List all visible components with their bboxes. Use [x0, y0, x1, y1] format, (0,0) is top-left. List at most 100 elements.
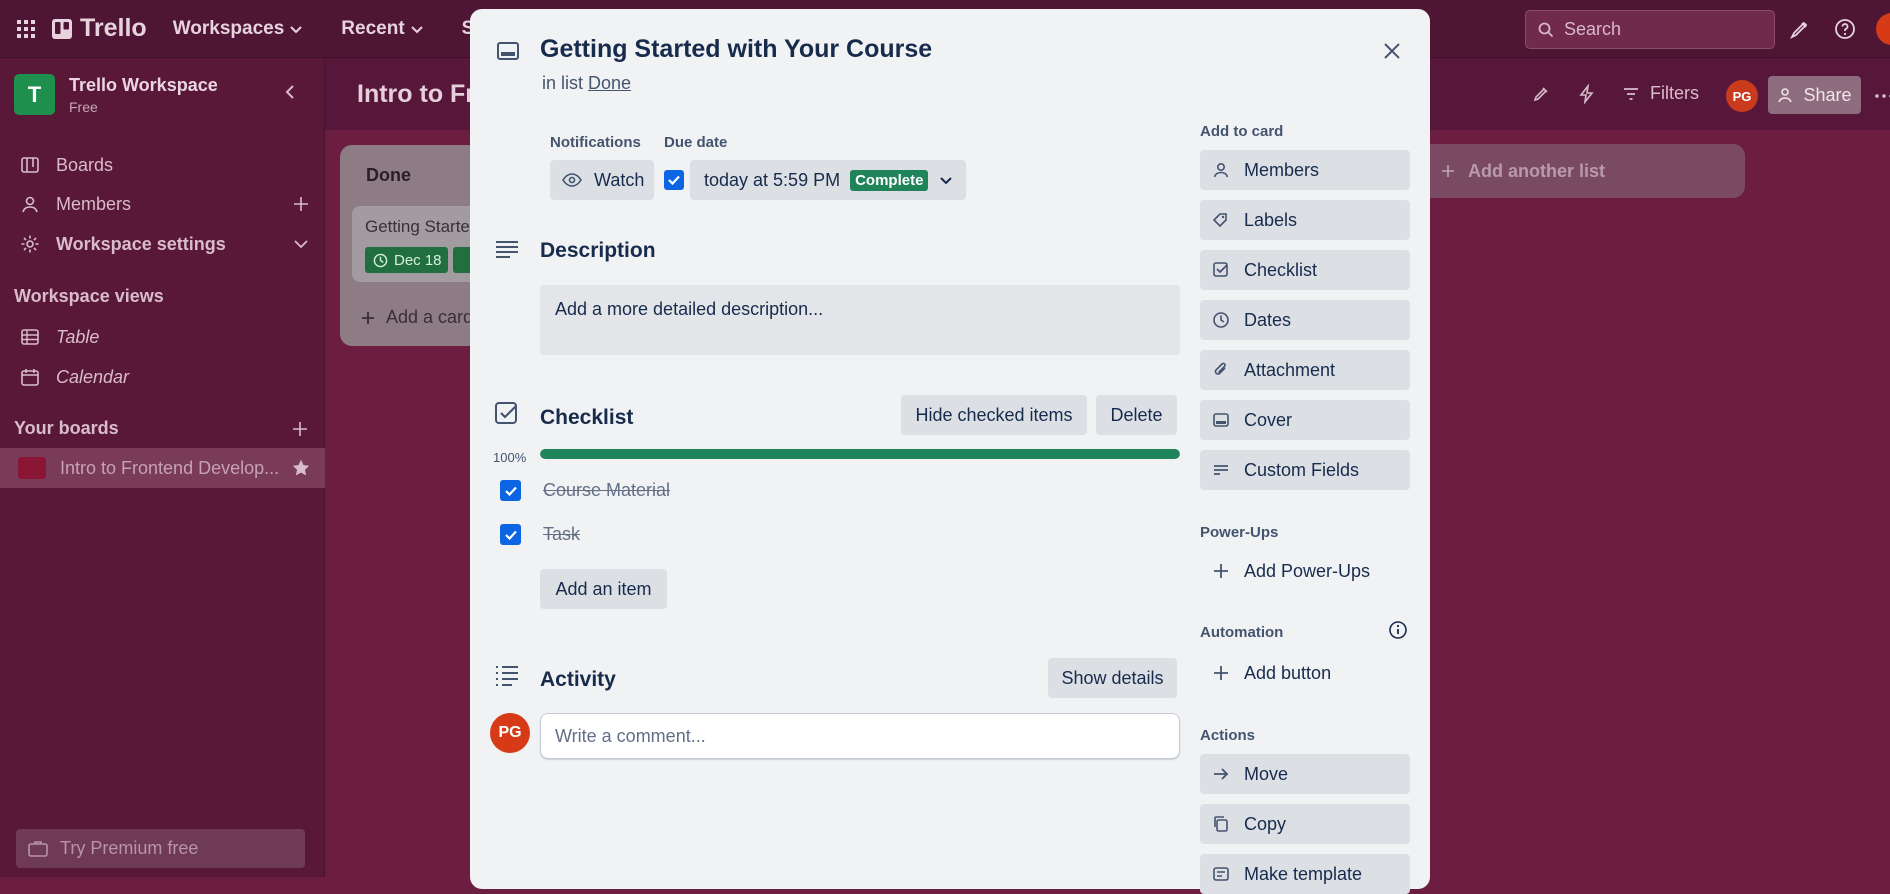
add-to-card-title: Add to card	[1200, 123, 1284, 140]
add-button-label: Add button	[1244, 662, 1332, 683]
checklist-item-checkbox[interactable]	[500, 480, 521, 501]
add-powerups-button[interactable]: Add Power-Ups	[1200, 551, 1410, 591]
board-thumbnail	[18, 457, 46, 479]
filters-label: Filters	[1650, 83, 1699, 103]
more-icon[interactable]	[1874, 86, 1890, 106]
workspace-header[interactable]: T Trello Workspace Free	[14, 74, 218, 115]
make-template-button[interactable]: Make template	[1200, 854, 1410, 894]
checklist-item[interactable]: Course Material	[500, 480, 670, 501]
sidebar-item-members[interactable]: Members	[0, 185, 325, 223]
search-input[interactable]: Search	[1525, 10, 1775, 49]
member-avatar[interactable]: PG	[1726, 80, 1758, 112]
card-title[interactable]: Getting Started with Your Course	[540, 35, 932, 64]
copy-button[interactable]: Copy	[1200, 804, 1410, 844]
automation-icon[interactable]	[1577, 84, 1597, 104]
checklist-icon	[495, 402, 517, 424]
move-label: Move	[1244, 763, 1289, 784]
check-icon	[668, 175, 680, 186]
notifications-label: Notifications	[550, 134, 641, 151]
sidebar-item-boards[interactable]: Boards	[0, 146, 325, 184]
sidebar-item-workspace-settings[interactable]: Workspace settings	[0, 225, 325, 263]
sidebar-item-table[interactable]: Table	[0, 318, 325, 356]
checklist-title[interactable]: Checklist	[540, 406, 633, 430]
check-icon	[504, 486, 517, 496]
premium-icon	[28, 840, 48, 857]
description-title: Description	[540, 239, 656, 262]
description-editor[interactable]: Add a more detailed description...	[540, 285, 1180, 355]
description-icon	[496, 241, 518, 258]
sidebar-item-label: Members	[56, 193, 132, 214]
workspace-views-title: Workspace views	[14, 286, 164, 306]
checklist-progress-bar	[540, 449, 1180, 459]
help-icon[interactable]	[1833, 17, 1857, 41]
share-label: Share	[1803, 84, 1852, 105]
add-list-button[interactable]: Add another list	[1418, 144, 1745, 198]
share-button[interactable]: Share	[1768, 76, 1861, 114]
checklist-button[interactable]: Checklist	[1200, 250, 1410, 290]
sidebar-item-label: Boards	[56, 154, 114, 175]
app-switcher-icon[interactable]	[16, 19, 52, 39]
rocket-icon[interactable]	[1531, 84, 1551, 104]
trello-logo[interactable]: Trello	[52, 14, 147, 43]
custom-fields-button[interactable]: Custom Fields	[1200, 450, 1410, 490]
labels-button[interactable]: Labels	[1200, 200, 1410, 240]
chevron-down-icon[interactable]	[291, 234, 311, 254]
attachment-button[interactable]: Attachment	[1200, 350, 1410, 390]
delete-checklist-button[interactable]: Delete	[1096, 395, 1177, 435]
try-premium-button[interactable]: Try Premium free	[16, 829, 305, 868]
hide-checked-button[interactable]: Hide checked items	[901, 395, 1087, 435]
comment-input[interactable]: Write a comment...	[540, 713, 1180, 759]
plus-icon	[1214, 564, 1228, 578]
info-icon[interactable]	[1388, 620, 1408, 640]
move-button[interactable]: Move	[1200, 754, 1410, 794]
workspace-logo: T	[14, 74, 55, 115]
card-due-date: Dec 18	[394, 251, 442, 269]
add-automation-button[interactable]: Add button	[1200, 653, 1410, 693]
due-complete-checkbox[interactable]	[664, 170, 684, 190]
clock-icon	[1213, 312, 1229, 328]
dates-button[interactable]: Dates	[1200, 300, 1410, 340]
avatar[interactable]: PG	[490, 713, 530, 753]
notifications-icon[interactable]	[1788, 17, 1812, 41]
members-button[interactable]: Members	[1200, 150, 1410, 190]
add-list-label: Add another list	[1468, 160, 1606, 181]
sidebar: T Trello Workspace Free Boards Members W…	[0, 58, 325, 877]
filters-button[interactable]: Filters	[1622, 83, 1699, 104]
checklist-item[interactable]: Task	[500, 524, 580, 545]
checklist-progress-label: 100%	[493, 450, 527, 465]
list-title[interactable]: Done	[366, 165, 411, 186]
add-board-icon[interactable]	[290, 419, 310, 439]
paperclip-icon	[1214, 362, 1226, 375]
template-icon	[1213, 867, 1229, 881]
board-name: Intro to Frontend Develop...	[60, 457, 280, 478]
sidebar-item-label: Calendar	[56, 366, 130, 387]
show-details-button[interactable]: Show details	[1048, 658, 1177, 698]
plus-icon	[1214, 666, 1228, 680]
sidebar-board-item[interactable]: Intro to Frontend Develop...	[0, 448, 325, 488]
collapse-sidebar-icon[interactable]	[278, 80, 302, 104]
checklist-item-text[interactable]: Course Material	[543, 480, 670, 501]
board-card-title: Getting Starte	[365, 217, 470, 236]
sidebar-item-calendar[interactable]: Calendar	[0, 358, 325, 396]
checklist-item-text[interactable]: Task	[543, 524, 580, 545]
list-link[interactable]: Done	[588, 73, 631, 93]
checklist-item-checkbox[interactable]	[500, 524, 521, 545]
nav-recent-label: Recent	[341, 17, 405, 39]
cover-button[interactable]: Cover	[1200, 400, 1410, 440]
chevron-down-icon	[940, 177, 953, 185]
due-date-button[interactable]: today at 5:59 PM Complete	[690, 160, 966, 200]
nav-workspaces[interactable]: Workspaces	[173, 18, 304, 40]
nav-recent[interactable]: Recent	[341, 18, 423, 40]
card-icon	[497, 42, 519, 60]
add-card-button[interactable]: Add a card	[360, 307, 473, 328]
automation-title: Automation	[1200, 624, 1284, 641]
person-add-icon	[1778, 88, 1793, 103]
watch-button[interactable]: Watch	[550, 160, 654, 200]
check-icon	[504, 530, 517, 540]
your-boards-title: Your boards	[14, 418, 119, 438]
card-list-info: in list Done	[542, 73, 631, 94]
add-member-icon[interactable]	[291, 194, 311, 214]
add-checklist-item-button[interactable]: Add an item	[540, 569, 667, 609]
star-icon[interactable]	[291, 458, 311, 478]
close-button[interactable]	[1376, 35, 1408, 67]
